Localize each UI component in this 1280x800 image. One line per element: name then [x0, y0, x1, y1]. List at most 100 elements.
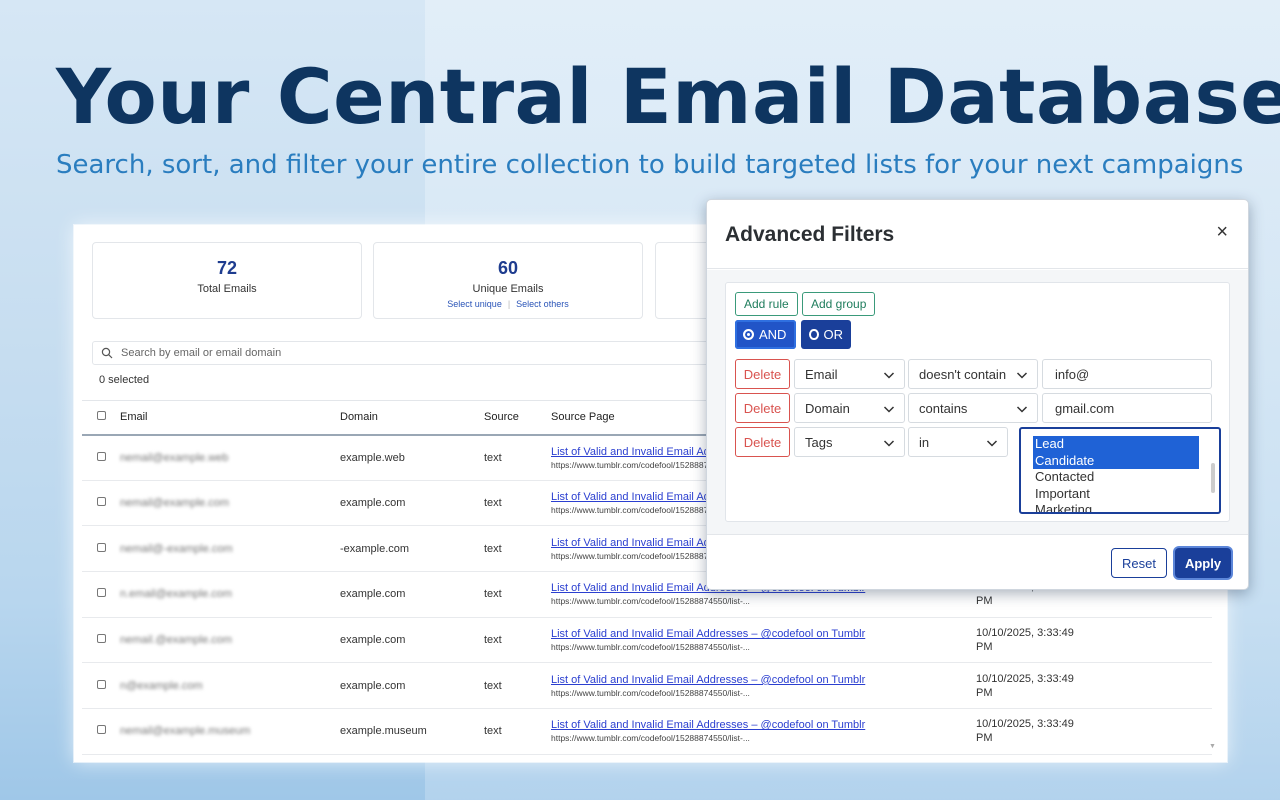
- source-page-url: https://www.tumblr.com/codefool/15288874…: [551, 687, 750, 698]
- tag-option[interactable]: Marketing: [1033, 502, 1199, 512]
- row-source: text: [484, 662, 551, 710]
- scroll-down-icon: ▼: [1209, 743, 1216, 750]
- hero-title: Your Central Email Database: [56, 52, 1280, 141]
- delete-rule-button[interactable]: Delete: [735, 359, 790, 389]
- row-source-page: List of Valid and Invalid Email Addresse…: [551, 617, 976, 664]
- stat-total-label: Total Emails: [197, 283, 257, 295]
- email-value: n@example.com: [120, 679, 203, 692]
- stat-total-emails: 72 Total Emails: [92, 242, 362, 319]
- row-email: nemail@example.museum: [120, 708, 340, 755]
- col-domain[interactable]: Domain: [340, 400, 484, 436]
- source-page-link[interactable]: List of Valid and Invalid Email Addresse…: [551, 674, 976, 686]
- email-value: nemail.@example.com: [120, 634, 233, 647]
- row-checkbox-cell: [82, 525, 120, 573]
- and-toggle[interactable]: AND: [735, 320, 796, 349]
- row-source: text: [484, 571, 551, 618]
- table-row[interactable]: n@example.com example.com text List of Vali…: [82, 662, 1212, 710]
- tag-option[interactable]: Important: [1033, 486, 1199, 503]
- rule-value-input[interactable]: info@: [1042, 359, 1212, 389]
- email-value: nemail@example.web: [120, 451, 229, 464]
- row-source: text: [484, 480, 551, 527]
- source-page-link[interactable]: List of Valid and Invalid Email Addresse…: [551, 628, 976, 640]
- row-checkbox-cell: [82, 571, 120, 618]
- rule-operator-select[interactable]: doesn't contain: [908, 359, 1038, 389]
- apply-button[interactable]: Apply: [1175, 548, 1231, 578]
- col-email[interactable]: Email: [120, 400, 340, 436]
- email-value: n.email@example.com: [120, 588, 233, 601]
- tag-option[interactable]: Contacted: [1033, 469, 1199, 486]
- chevron-down-icon: [1016, 372, 1028, 379]
- row-checkbox-cell: [82, 480, 120, 527]
- hero-subtitle: Search, sort, and filter your entire col…: [56, 150, 1244, 180]
- row-checkbox[interactable]: [97, 634, 106, 644]
- col-source[interactable]: Source: [484, 400, 551, 436]
- rule-operator-select[interactable]: in: [908, 427, 1008, 457]
- email-value: nemail@-example.com: [120, 542, 233, 555]
- select-unique-link[interactable]: Select unique: [447, 299, 502, 309]
- row-checkbox-cell: [82, 708, 120, 755]
- link-separator: |: [507, 299, 511, 309]
- tag-option[interactable]: Candidate: [1033, 452, 1199, 469]
- or-label: OR: [823, 327, 844, 342]
- select-others-link[interactable]: Select others: [516, 299, 569, 309]
- row-checkbox[interactable]: [97, 497, 106, 507]
- tags-multiselect[interactable]: Lead Candidate Contacted Important Marketing: [1019, 427, 1221, 514]
- delete-rule-button[interactable]: Delete: [735, 427, 790, 457]
- row-checkbox[interactable]: [97, 679, 106, 689]
- stat-unique-value: 60: [497, 258, 519, 278]
- rule-operator-select[interactable]: contains: [908, 393, 1038, 423]
- search-input[interactable]: [121, 347, 791, 359]
- multiselect-scroll-thumb[interactable]: [1211, 463, 1215, 493]
- row-source: text: [484, 708, 551, 755]
- advanced-filters-modal: Advanced Filters × Add rule Add group AN…: [706, 199, 1249, 590]
- stat-unique-links: Select unique | Select others: [374, 299, 642, 309]
- source-page-link[interactable]: List of Valid and Invalid Email Addresse…: [551, 719, 976, 731]
- add-group-button[interactable]: Add group: [802, 292, 876, 316]
- or-toggle[interactable]: OR: [801, 320, 851, 349]
- rule-value-input[interactable]: gmail.com: [1042, 393, 1212, 423]
- row-email: nemail@-example.com: [120, 525, 340, 573]
- chevron-down-icon: [1016, 406, 1028, 413]
- rule-row-domain: Delete Domain contains gmail.com: [735, 393, 1221, 423]
- query-builder: Add rule Add group AND OR Delete Email d…: [725, 282, 1230, 522]
- rule-field-value: Email: [805, 366, 838, 382]
- rule-field-select[interactable]: Domain: [794, 393, 905, 423]
- rule-field-select[interactable]: Tags: [794, 427, 905, 457]
- stat-unique-emails: 60 Unique Emails Select unique | Select ot…: [373, 242, 643, 319]
- rule-row-tags: Delete Tags in Lead Candidate Contacted Imp…: [735, 427, 1221, 514]
- select-all-checkbox[interactable]: [97, 411, 106, 421]
- time-value: PM: [976, 732, 993, 745]
- modal-title: Advanced Filters: [725, 223, 895, 246]
- rule-field-select[interactable]: Email: [794, 359, 905, 389]
- modal-footer: Reset Apply: [707, 534, 1248, 591]
- row-checkbox[interactable]: [97, 725, 106, 735]
- row-checkbox[interactable]: [97, 451, 106, 461]
- row-email: nemail.@example.com: [120, 617, 340, 664]
- row-source: text: [484, 525, 551, 573]
- date-value: 10/10/2025, 3:33:49: [976, 718, 1074, 731]
- row-source-page: List of Valid and Invalid Email Addresse…: [551, 662, 976, 710]
- row-checkbox[interactable]: [97, 588, 106, 598]
- row-email: nemail@example.web: [120, 434, 340, 481]
- row-checkbox[interactable]: [97, 542, 106, 552]
- search-box[interactable]: [92, 341, 792, 365]
- add-rule-button[interactable]: Add rule: [735, 292, 798, 316]
- delete-rule-button[interactable]: Delete: [735, 393, 790, 423]
- selected-count: 0 selected: [99, 374, 150, 386]
- row-checkbox-cell: [82, 617, 120, 664]
- row-source: text: [484, 434, 551, 481]
- table-row[interactable]: nemail.@example.com example.com text List o…: [82, 617, 1212, 664]
- search-icon: [101, 347, 113, 359]
- and-radio-icon: [743, 329, 754, 340]
- rule-operator-value: in: [919, 434, 930, 450]
- close-icon[interactable]: ×: [1216, 222, 1228, 242]
- row-domain: example.web: [340, 434, 484, 481]
- multiselect-scrollbar[interactable]: [1211, 433, 1215, 509]
- tag-option[interactable]: Lead: [1033, 436, 1199, 453]
- modal-header: Advanced Filters ×: [707, 200, 1248, 269]
- row-checkbox-cell: [82, 434, 120, 481]
- row-email: n@example.com: [120, 662, 340, 710]
- row-domain: example.com: [340, 662, 484, 710]
- table-row[interactable]: nemail@example.museum example.museum text L…: [82, 708, 1212, 755]
- reset-button[interactable]: Reset: [1111, 548, 1167, 578]
